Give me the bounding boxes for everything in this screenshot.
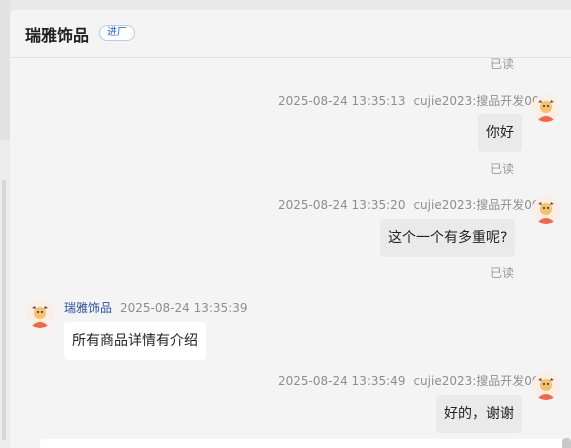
message-sender: cujie2023:搜品开发007 [413, 374, 548, 388]
cartoon-avatar-icon[interactable] [532, 372, 560, 400]
shop-name[interactable]: 瑞雅饰品 [25, 22, 89, 46]
message-meta: 2025-08-24 13:35:49 cujie2023:搜品开发007 [278, 372, 547, 389]
message-meta: 瑞雅饰品 2025-08-24 13:35:39 [64, 299, 247, 316]
background-panel [0, 0, 10, 140]
message-sender: cujie2023:搜品开发007 [413, 94, 548, 108]
cartoon-avatar-icon[interactable] [532, 94, 560, 122]
read-receipt: 已读 [490, 57, 515, 71]
message-time: 2025-08-24 13:35:13 [278, 94, 406, 108]
read-receipt: 已读 [490, 162, 515, 176]
message-time: 2025-08-24 13:35:49 [278, 374, 406, 388]
message-meta: 2025-08-24 13:35:13 cujie2023:搜品开发007 [278, 92, 547, 109]
chat-header: 瑞雅饰品 进厂 [10, 10, 571, 58]
background-scrollbar [2, 180, 6, 440]
cartoon-avatar-icon[interactable] [26, 300, 54, 328]
message-bubble: 这个一个有多重呢? [380, 219, 516, 257]
message-time: 2025-08-24 13:35:39 [120, 301, 248, 315]
shop-status-badge: 进厂 [99, 25, 135, 41]
message-input-box[interactable] [40, 439, 565, 448]
message-bubble: 你好 [478, 114, 522, 152]
message-bubble: 好的，谢谢 [436, 395, 522, 433]
chat-window: 瑞雅饰品 进厂 已读 2025-08-24 13:35:13 cujie2023:… [10, 10, 571, 448]
message-sender: cujie2023:搜品开发007 [413, 198, 548, 212]
read-receipt: 已读 [490, 266, 515, 280]
scrollbar-thumb[interactable] [562, 438, 571, 448]
message-sender: 瑞雅饰品 [64, 301, 113, 315]
background-app-strip [0, 0, 10, 448]
message-time: 2025-08-24 13:35:20 [278, 198, 406, 212]
cartoon-avatar-icon[interactable] [532, 196, 560, 224]
message-meta: 2025-08-24 13:35:20 cujie2023:搜品开发007 [278, 196, 547, 213]
message-bubble: 所有商品详情有介绍 [64, 322, 206, 360]
